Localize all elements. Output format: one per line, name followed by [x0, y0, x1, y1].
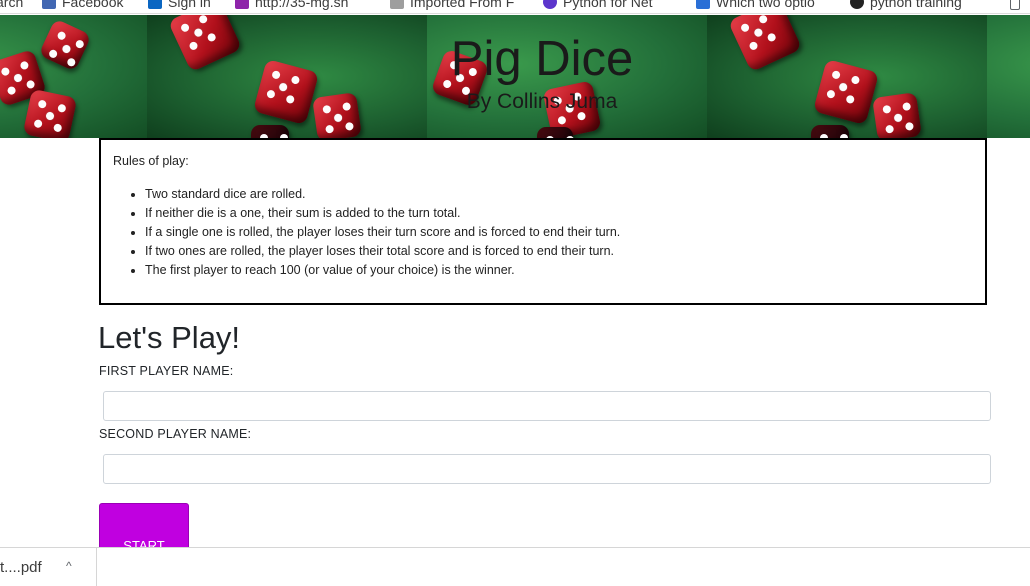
bookmark-label: http://35-mg.sh: [255, 0, 349, 10]
bookmark-search[interactable]: arch: [0, 0, 23, 11]
download-item[interactable]: t....pdf ^: [0, 548, 97, 586]
facebook-icon: [42, 0, 56, 9]
bookmark-facebook[interactable]: Facebook: [42, 0, 123, 11]
second-player-label: SECOND PLAYER NAME:: [99, 427, 252, 441]
github-icon: [850, 0, 864, 9]
download-site-icon: [696, 0, 710, 9]
first-player-name-input[interactable]: [103, 391, 991, 421]
bookmark-label: Python for Net: [563, 0, 653, 10]
page-title: Pig Dice: [450, 32, 634, 86]
bookmark-imported[interactable]: Imported From F: [390, 0, 514, 11]
bookmark-sign-in[interactable]: Sign in: [148, 0, 211, 11]
first-player-label: FIRST PLAYER NAME:: [99, 364, 234, 378]
second-player-name-input[interactable]: [103, 454, 991, 484]
other-bookmarks-icon[interactable]: [1010, 0, 1020, 10]
rule-item: If two ones are rolled, the player loses…: [145, 242, 973, 261]
chevron-up-icon[interactable]: ^: [66, 559, 72, 573]
lets-play-heading: Let's Play!: [98, 320, 241, 355]
rules-box: Rules of play: Two standard dice are rol…: [99, 138, 987, 305]
rule-item: If neither die is a one, their sum is ad…: [145, 204, 973, 223]
page-icon: [235, 0, 249, 9]
folder-icon: [390, 0, 404, 9]
rules-list: Two standard dice are rolled. If neither…: [113, 185, 973, 280]
rules-heading: Rules of play:: [113, 154, 189, 168]
bookmark-which-two[interactable]: Which two optio: [696, 0, 815, 11]
rule-item: If a single one is rolled, the player lo…: [145, 223, 973, 242]
bookmark-label: arch: [0, 0, 24, 10]
rule-item: Two standard dice are rolled.: [145, 185, 973, 204]
bookmark-python-net[interactable]: Python for Net: [543, 0, 653, 11]
bookmark-label: Imported From F: [410, 0, 515, 10]
bookmark-label: Sign in: [168, 0, 211, 10]
bookmark-python-training[interactable]: python training: [850, 0, 962, 11]
download-file-name: t....pdf: [0, 558, 42, 576]
banner: Pig Dice By Collins Juma: [0, 15, 1030, 138]
download-bar: t....pdf ^: [0, 547, 1030, 586]
site-icon: [543, 0, 557, 9]
bookmark-label: Facebook: [62, 0, 124, 10]
page-subtitle: By Collins Juma: [466, 90, 618, 113]
bookmark-label: Which two optio: [716, 0, 815, 10]
bookmark-url[interactable]: http://35-mg.sh: [235, 0, 348, 11]
rule-item: The first player to reach 100 (or value …: [145, 261, 973, 280]
bookmark-label: python training: [870, 0, 962, 10]
bookmarks-bar: arch Facebook Sign in http://35-mg.sh Im…: [0, 0, 1030, 14]
linkedin-icon: [148, 0, 162, 9]
